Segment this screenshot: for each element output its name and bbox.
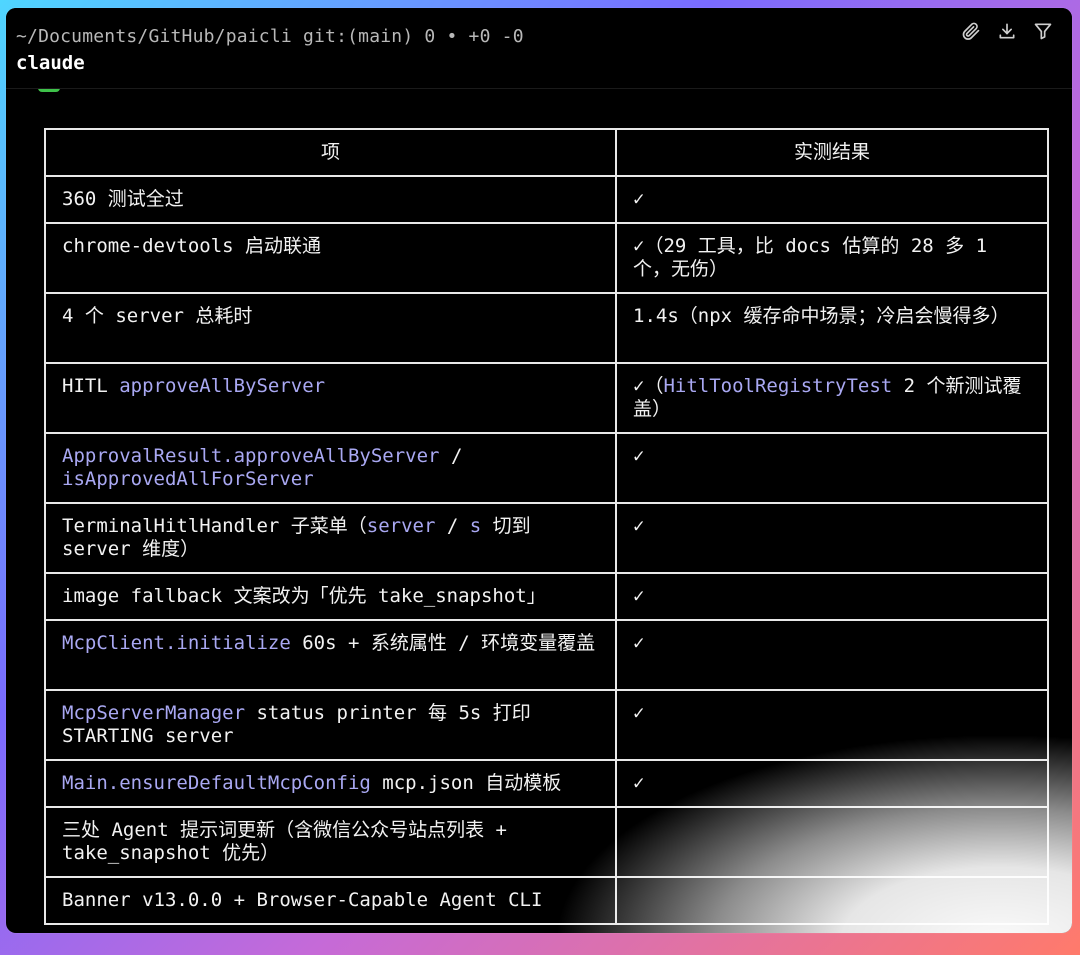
text-span: 三处 Agent 提示词更新（含微信公众号站点列表 + take_snapsho… <box>62 819 507 864</box>
text-span: ✓（ <box>633 375 664 397</box>
cell-item: TerminalHitlHandler 子菜单（server / s 切到 se… <box>44 502 617 574</box>
git-branch: git:(main) <box>302 26 414 47</box>
paperclip-icon[interactable] <box>960 20 982 42</box>
cell-result: ✓ <box>615 619 1049 691</box>
text-span: ✓ <box>633 702 645 724</box>
code-span: McpClient.initialize <box>62 632 291 654</box>
text-span: ✓（29 工具，比 docs 估算的 28 多 1 个，无伤） <box>633 235 988 280</box>
code-span: approveAllByServer <box>119 375 326 397</box>
toolbar <box>960 20 1054 42</box>
terminal-window: ~/Documents/GitHub/paicli git:(main) 0 •… <box>6 8 1072 933</box>
cell-result <box>615 806 1049 878</box>
code-span: Main.ensureDefaultMcpConfig <box>62 772 371 794</box>
text-span: ✓ <box>633 772 645 794</box>
prompt-path-line: ~/Documents/GitHub/paicli git:(main) 0 •… <box>16 26 524 47</box>
text-span: ✓ <box>633 632 645 654</box>
code-span: s <box>469 515 482 537</box>
text-span: / <box>435 515 470 537</box>
cell-item: HITL approveAllByServer <box>44 362 617 434</box>
git-status: 0 • +0 -0 <box>424 26 524 47</box>
cell-result: ✓（29 工具，比 docs 估算的 28 多 1 个，无伤） <box>615 222 1049 294</box>
results-table-container: 项 实测结果 360 测试全过 ✓ chrome-devtools 启动联通 ✓（29… <box>44 128 1049 925</box>
text-span: 1.4s（npx 缓存命中场景；冷启会慢得多） <box>633 305 1010 327</box>
download-icon[interactable] <box>996 20 1018 42</box>
cell-item: McpClient.initialize 60s + 系统属性 / 环境变量覆盖 <box>44 619 617 691</box>
cell-result: ✓ <box>615 759 1049 808</box>
text-span: ✓ <box>633 188 645 210</box>
table-row: chrome-devtools 启动联通 ✓（29 工具，比 docs 估算的 2… <box>44 222 1049 294</box>
cwd-path: ~/Documents/GitHub/paicli <box>16 26 292 47</box>
cell-result: ✓ <box>615 432 1049 504</box>
table-row: image fallback 文案改为「优先 take_snapshot」 ✓ <box>44 572 1049 621</box>
table-row: 360 测试全过 ✓ <box>44 175 1049 224</box>
text-span: Banner v13.0.0 + Browser-Capable Agent C… <box>62 889 543 911</box>
table-row: HITL approveAllByServer ✓（HitlToolRegistr… <box>44 362 1049 434</box>
table-body: 360 测试全过 ✓ chrome-devtools 启动联通 ✓（29 工具，比 d… <box>44 175 1049 925</box>
table-row: ApprovalResult.approveAllByServer / isAp… <box>44 432 1049 504</box>
terminal-header: ~/Documents/GitHub/paicli git:(main) 0 •… <box>6 8 1072 89</box>
cell-item: Main.ensureDefaultMcpConfig mcp.json 自动模… <box>44 759 617 808</box>
table-row: McpServerManager status printer 每 5s 打印 … <box>44 689 1049 761</box>
cell-item: McpServerManager status printer 每 5s 打印 … <box>44 689 617 761</box>
table-row: 4 个 server 总耗时 1.4s（npx 缓存命中场景；冷启会慢得多） <box>44 292 1049 364</box>
command-text: claude <box>16 52 85 74</box>
results-table: 项 实测结果 360 测试全过 ✓ chrome-devtools 启动联通 ✓（29… <box>44 128 1049 925</box>
cell-result: ✓ <box>615 502 1049 574</box>
text-span: HITL <box>62 375 120 397</box>
table-row: 三处 Agent 提示词更新（含微信公众号站点列表 + take_snapsho… <box>44 806 1049 878</box>
code-span: HitlToolRegistryTest <box>663 375 893 397</box>
cell-result <box>615 876 1049 925</box>
cell-result: 1.4s（npx 缓存命中场景；冷启会慢得多） <box>615 292 1049 364</box>
cell-result: ✓ <box>615 689 1049 761</box>
table-row: Banner v13.0.0 + Browser-Capable Agent C… <box>44 876 1049 925</box>
table-row: TerminalHitlHandler 子菜单（server / s 切到 se… <box>44 502 1049 574</box>
table-row: McpClient.initialize 60s + 系统属性 / 环境变量覆盖… <box>44 619 1049 691</box>
column-header-item: 项 <box>44 128 617 177</box>
cell-item: ApprovalResult.approveAllByServer / isAp… <box>44 432 617 504</box>
text-span: mcp.json 自动模板 <box>370 772 562 794</box>
code-span: server <box>366 515 436 537</box>
code-span: ApprovalResult.approveAllByServer <box>62 445 440 467</box>
text-span: ✓ <box>633 445 645 467</box>
cell-item: chrome-devtools 启动联通 <box>44 222 617 294</box>
text-span: 360 测试全过 <box>62 188 184 210</box>
text-span: ✓ <box>633 515 645 537</box>
text-span: 60s + 系统属性 / 环境变量覆盖 <box>290 632 596 654</box>
cell-item: Banner v13.0.0 + Browser-Capable Agent C… <box>44 876 617 925</box>
text-span: TerminalHitlHandler 子菜单（ <box>62 515 367 537</box>
filter-icon[interactable] <box>1032 20 1054 42</box>
code-span: McpServerManager <box>62 702 246 724</box>
cell-item: 三处 Agent 提示词更新（含微信公众号站点列表 + take_snapsho… <box>44 806 617 878</box>
text-span: chrome-devtools 启动联通 <box>62 235 322 257</box>
cell-item: image fallback 文案改为「优先 take_snapshot」 <box>44 572 617 621</box>
cell-item: 360 测试全过 <box>44 175 617 224</box>
text-span: 4 个 server 总耗时 <box>62 305 253 327</box>
cell-result: ✓ <box>615 572 1049 621</box>
code-span: isApprovedAllForServer <box>62 468 314 490</box>
table-row: Main.ensureDefaultMcpConfig mcp.json 自动模… <box>44 759 1049 808</box>
cell-item: 4 个 server 总耗时 <box>44 292 617 364</box>
text-span: image fallback 文案改为「优先 take_snapshot」 <box>62 585 546 607</box>
text-span: ✓ <box>633 585 645 607</box>
cell-result: ✓（HitlToolRegistryTest 2 个新测试覆盖） <box>615 362 1049 434</box>
table-header-row: 项 实测结果 <box>44 128 1049 177</box>
cell-result: ✓ <box>615 175 1049 224</box>
column-header-result: 实测结果 <box>615 128 1049 177</box>
text-span: / <box>439 445 463 467</box>
